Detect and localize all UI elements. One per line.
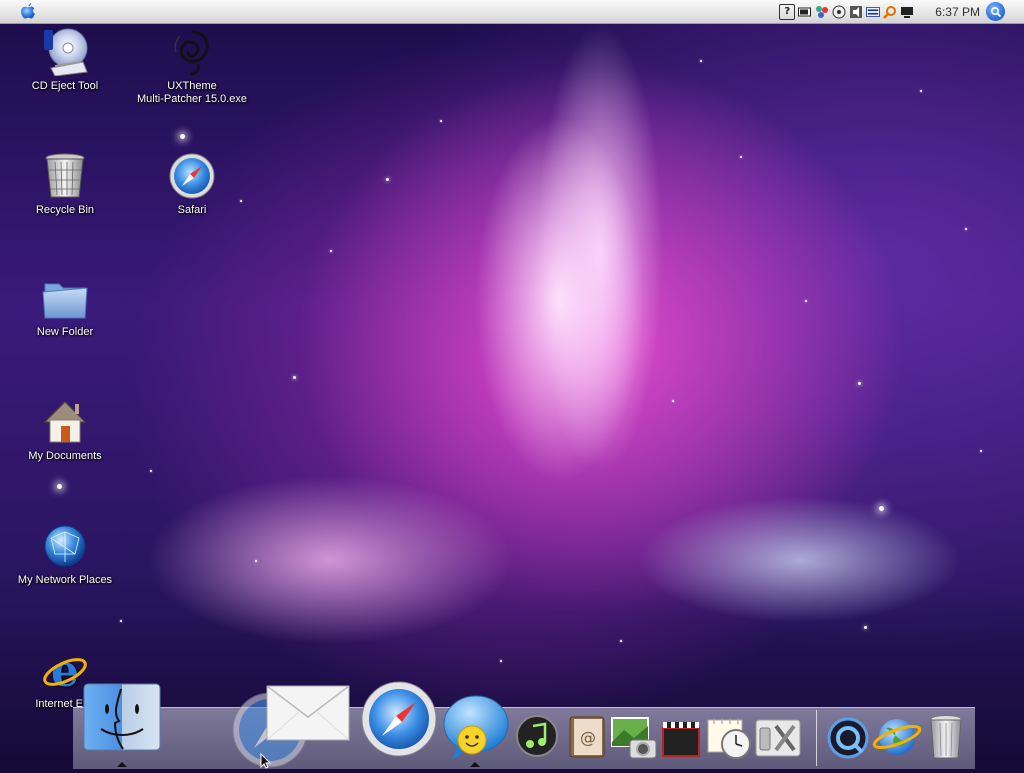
finder-running-indicator xyxy=(117,762,127,767)
star xyxy=(672,400,674,402)
ical-clock-icon xyxy=(707,718,751,759)
quicktime-icon xyxy=(827,717,869,759)
star xyxy=(293,376,296,379)
finder-icon xyxy=(83,683,161,751)
dock-iphoto[interactable] xyxy=(610,716,658,765)
ie-globe-icon xyxy=(872,719,922,755)
trash-icon xyxy=(930,715,962,759)
network-globe-icon xyxy=(41,522,89,570)
dock-mail[interactable] xyxy=(266,685,350,746)
battery-icon[interactable] xyxy=(798,5,812,19)
star xyxy=(180,134,185,139)
apple-menu-icon[interactable] xyxy=(19,2,37,21)
star xyxy=(700,60,702,62)
desktop-icon-recycle-bin[interactable]: Recycle Bin xyxy=(0,152,130,217)
star xyxy=(150,470,152,472)
mouse-cursor-icon xyxy=(260,753,272,769)
dock-ichat[interactable] xyxy=(440,694,510,767)
folder-icon xyxy=(41,274,89,322)
dock-imovie[interactable] xyxy=(661,718,701,763)
help-icon[interactable]: ? xyxy=(779,3,796,20)
desktop-icon-new-folder[interactable]: New Folder xyxy=(0,274,130,339)
star xyxy=(440,120,442,122)
star xyxy=(858,382,861,385)
recycle-bin-icon xyxy=(41,152,89,200)
star xyxy=(864,626,867,629)
star xyxy=(740,156,742,158)
desktop-icon-label: New Folder xyxy=(36,326,94,338)
imovie-clapper-icon xyxy=(662,722,700,757)
desktop-icon-label: My Documents xyxy=(28,450,102,462)
desktop-icon-label: My Network Places xyxy=(17,574,113,586)
desktop-icon-label: Safari xyxy=(177,204,207,216)
dock-address-book[interactable]: @ xyxy=(566,716,606,763)
dock-separator xyxy=(816,710,817,766)
desktop-icon-safari[interactable]: Safari xyxy=(127,152,257,217)
volume-icon[interactable] xyxy=(849,5,863,19)
iphoto-icon xyxy=(611,717,657,759)
dock-finder[interactable] xyxy=(83,683,161,758)
mail-envelope-icon xyxy=(266,685,350,741)
star xyxy=(920,90,922,92)
dock-system-utilities[interactable] xyxy=(754,718,802,763)
dock-itunes[interactable] xyxy=(515,714,559,763)
display-icon[interactable] xyxy=(900,5,914,19)
star xyxy=(500,660,502,662)
dock-quicktime[interactable] xyxy=(826,716,870,765)
ichat-bubble-icon xyxy=(443,695,509,760)
network-icon[interactable] xyxy=(815,5,829,19)
desktop-icon-my-documents[interactable]: My Documents xyxy=(0,398,130,463)
desktop-icon-cd-eject-tool[interactable]: CD Eject Tool xyxy=(0,28,130,93)
ichat-running-indicator xyxy=(470,762,480,767)
dock-internet-explorer[interactable] xyxy=(872,714,922,765)
safari-compass-icon xyxy=(168,152,216,200)
home-icon xyxy=(41,398,89,446)
star xyxy=(805,300,807,302)
star xyxy=(57,484,62,489)
star xyxy=(620,640,622,642)
desktop-wallpaper xyxy=(0,0,1024,768)
star xyxy=(120,620,122,622)
dock-ical-clock[interactable] xyxy=(706,716,752,765)
svg-text:@: @ xyxy=(580,728,596,747)
utilities-tools-icon xyxy=(755,719,801,757)
uxtheme-patcher-icon xyxy=(168,28,216,76)
itunes-icon xyxy=(516,715,558,757)
dock-trash[interactable] xyxy=(928,714,964,765)
star xyxy=(879,506,884,511)
star xyxy=(386,178,389,181)
cd-eject-icon xyxy=(41,28,89,77)
desktop-icon-my-network-places[interactable]: My Network Places xyxy=(0,522,130,587)
menu-bar: ? 6:37 PM xyxy=(0,0,1024,24)
disc-icon[interactable] xyxy=(832,5,846,19)
svg-text:e: e xyxy=(51,646,79,694)
safari-compass-icon xyxy=(361,681,437,757)
desktop-icon-uxtheme-patcher[interactable]: UXTheme Multi-Patcher 15.0.exe xyxy=(127,28,257,106)
spotlight-icon[interactable] xyxy=(986,2,1005,21)
desktop-icon-label: UXTheme Multi-Patcher 15.0.exe xyxy=(136,80,248,105)
star xyxy=(980,450,982,452)
search-magnifier-icon[interactable] xyxy=(883,5,897,19)
star xyxy=(965,228,967,230)
star xyxy=(255,560,257,562)
keyboard-icon[interactable] xyxy=(866,5,881,19)
desktop-icon-label: CD Eject Tool xyxy=(31,80,99,92)
internet-explorer-icon: e xyxy=(41,646,89,697)
dock-safari[interactable] xyxy=(360,680,438,763)
menu-clock[interactable]: 6:37 PM xyxy=(935,5,980,19)
star xyxy=(330,250,332,252)
address-book-icon: @ xyxy=(569,716,605,758)
desktop-icon-label: Recycle Bin xyxy=(35,204,95,216)
